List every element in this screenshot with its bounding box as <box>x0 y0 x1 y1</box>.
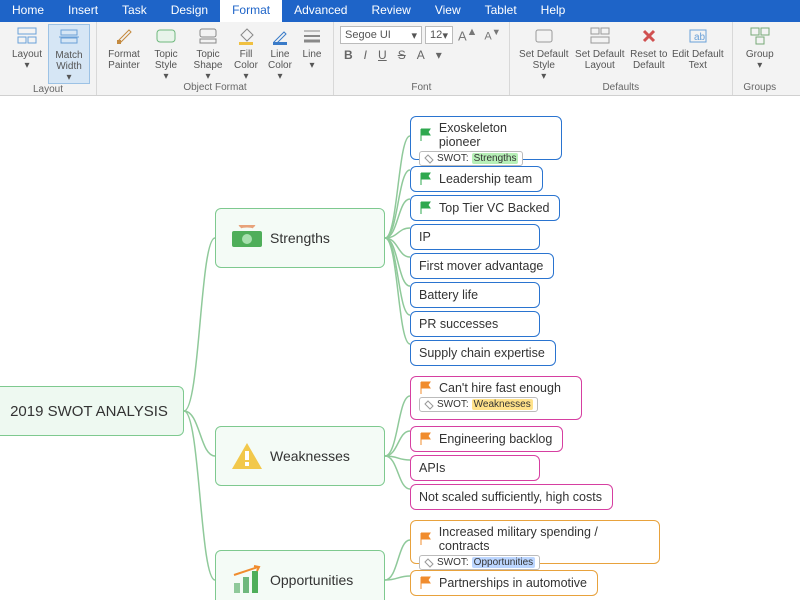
group-label-font: Font <box>340 82 503 95</box>
connector-lines <box>0 96 800 600</box>
topic-weaknesses[interactable]: Weaknesses <box>215 426 385 486</box>
layout-icon <box>17 26 37 46</box>
fill-color-button[interactable]: Fill Color▾ <box>229 24 263 82</box>
set-default-layout-button[interactable]: Set Default Layout <box>572 24 628 71</box>
menu-task[interactable]: Task <box>110 0 159 22</box>
flag-icon <box>419 532 433 546</box>
edit-default-text-button[interactable]: abEdit Default Text <box>670 24 726 71</box>
bold-button[interactable]: B <box>340 48 357 62</box>
swot-tag: SWOT:Strengths <box>419 151 523 166</box>
topic-style-icon <box>156 26 176 46</box>
shrink-font-button[interactable]: A▼ <box>482 27 502 43</box>
topic-weaknesses-item-0[interactable]: Can't hire fast enough SWOT:Weaknesses <box>410 376 582 420</box>
italic-button[interactable]: I <box>360 48 371 62</box>
topic-strengths-item-3[interactable]: IP <box>410 224 540 250</box>
match-width-button[interactable]: Match Width▾ <box>48 24 90 84</box>
menu-tablet[interactable]: Tablet <box>473 0 529 22</box>
swot-tag: SWOT:Weaknesses <box>419 397 538 412</box>
mindmap-canvas[interactable]: 2019 SWOT ANALYSIS Strengths Exoskeleton… <box>0 96 800 600</box>
paintbrush-icon <box>114 26 134 46</box>
swot-tag: SWOT:Opportunities <box>419 555 540 570</box>
topic-strengths-item-4[interactable]: First mover advantage <box>410 253 554 279</box>
topic-style-button[interactable]: Topic Style▾ <box>145 24 187 82</box>
menu-view[interactable]: View <box>423 0 473 22</box>
flag-icon <box>419 172 433 186</box>
edit-text-icon: ab <box>688 26 708 46</box>
menu-bar: Home Insert Task Design Format Advanced … <box>0 0 800 22</box>
line-color-button[interactable]: Line Color▾ <box>263 24 297 82</box>
pen-icon <box>270 26 290 46</box>
layout-default-icon <box>590 26 610 46</box>
topic-strengths-item-6[interactable]: PR successes <box>410 311 540 337</box>
reset-default-button[interactable]: Reset to Default <box>628 24 670 71</box>
group-font: Segoe UI▾ 12▾ A▲ A▼ B I U S A▾ Font <box>334 22 510 95</box>
growth-chart-icon <box>230 563 264 597</box>
menu-review[interactable]: Review <box>359 0 422 22</box>
topic-opportunities-item-0[interactable]: Increased military spending / contracts … <box>410 520 660 564</box>
topic-weaknesses-item-2[interactable]: APIs <box>410 455 540 481</box>
group-defaults: Set Default Style▾ Set Default Layout Re… <box>510 22 733 95</box>
flag-icon <box>419 201 433 215</box>
set-default-style-button[interactable]: Set Default Style▾ <box>516 24 572 82</box>
warning-icon <box>230 439 264 473</box>
tag-icon <box>424 400 434 410</box>
group-label-groups: Groups <box>739 82 781 95</box>
match-width-icon <box>59 27 79 47</box>
line-button[interactable]: Line▾ <box>297 24 327 71</box>
style-default-icon <box>534 26 554 46</box>
topic-shape-button[interactable]: Topic Shape▾ <box>187 24 229 82</box>
topic-opportunities[interactable]: Opportunities <box>215 550 385 600</box>
grow-font-button[interactable]: A▲ <box>456 26 479 43</box>
font-name-select[interactable]: Segoe UI▾ <box>340 26 422 44</box>
money-icon <box>230 221 264 255</box>
flag-icon <box>419 381 433 395</box>
bucket-icon <box>236 26 256 46</box>
line-icon <box>302 26 322 46</box>
layout-button[interactable]: Layout▾ <box>6 24 48 71</box>
topic-opportunities-item-1[interactable]: Partnerships in automotive <box>410 570 598 596</box>
group-label-defaults: Defaults <box>516 82 726 95</box>
flag-icon <box>419 432 433 446</box>
topic-strengths[interactable]: Strengths <box>215 208 385 268</box>
flag-icon <box>419 576 433 590</box>
ribbon: Layout▾ Match Width▾ Layout Format Paint… <box>0 22 800 96</box>
strike-button[interactable]: S <box>394 48 410 62</box>
topic-strengths-item-1[interactable]: Leadership team <box>410 166 543 192</box>
group-label-object-format: Object Format <box>103 82 327 95</box>
tag-icon <box>424 558 434 568</box>
group-layout: Layout▾ Match Width▾ Layout <box>0 22 97 95</box>
topic-strengths-item-0[interactable]: Exoskeleton pioneer SWOT:Strengths <box>410 116 562 160</box>
menu-home[interactable]: Home <box>0 0 56 22</box>
flag-icon <box>419 128 433 142</box>
format-painter-button[interactable]: Format Painter <box>103 24 145 71</box>
underline-button[interactable]: U <box>374 48 391 62</box>
topic-shape-icon <box>198 26 218 46</box>
group-button[interactable]: Group▾ <box>739 24 781 71</box>
group-icon <box>750 26 770 46</box>
menu-format[interactable]: Format <box>220 0 282 22</box>
topic-strengths-item-5[interactable]: Battery life <box>410 282 540 308</box>
group-groups: Group▾ Groups <box>733 22 787 95</box>
root-topic[interactable]: 2019 SWOT ANALYSIS <box>0 386 184 436</box>
menu-advanced[interactable]: Advanced <box>282 0 359 22</box>
topic-strengths-item-7[interactable]: Supply chain expertise <box>410 340 556 366</box>
menu-help[interactable]: Help <box>529 0 578 22</box>
font-color-button[interactable]: A <box>413 48 429 62</box>
menu-insert[interactable]: Insert <box>56 0 110 22</box>
menu-design[interactable]: Design <box>159 0 220 22</box>
group-object-format: Format Painter Topic Style▾ Topic Shape▾… <box>97 22 334 95</box>
topic-weaknesses-item-3[interactable]: Not scaled sufficiently, high costs <box>410 484 613 510</box>
tag-icon <box>424 154 434 164</box>
topic-strengths-item-2[interactable]: Top Tier VC Backed <box>410 195 560 221</box>
reset-icon <box>639 26 659 46</box>
font-size-select[interactable]: 12▾ <box>425 26 453 44</box>
svg-text:ab: ab <box>694 32 706 43</box>
topic-weaknesses-item-1[interactable]: Engineering backlog <box>410 426 563 452</box>
